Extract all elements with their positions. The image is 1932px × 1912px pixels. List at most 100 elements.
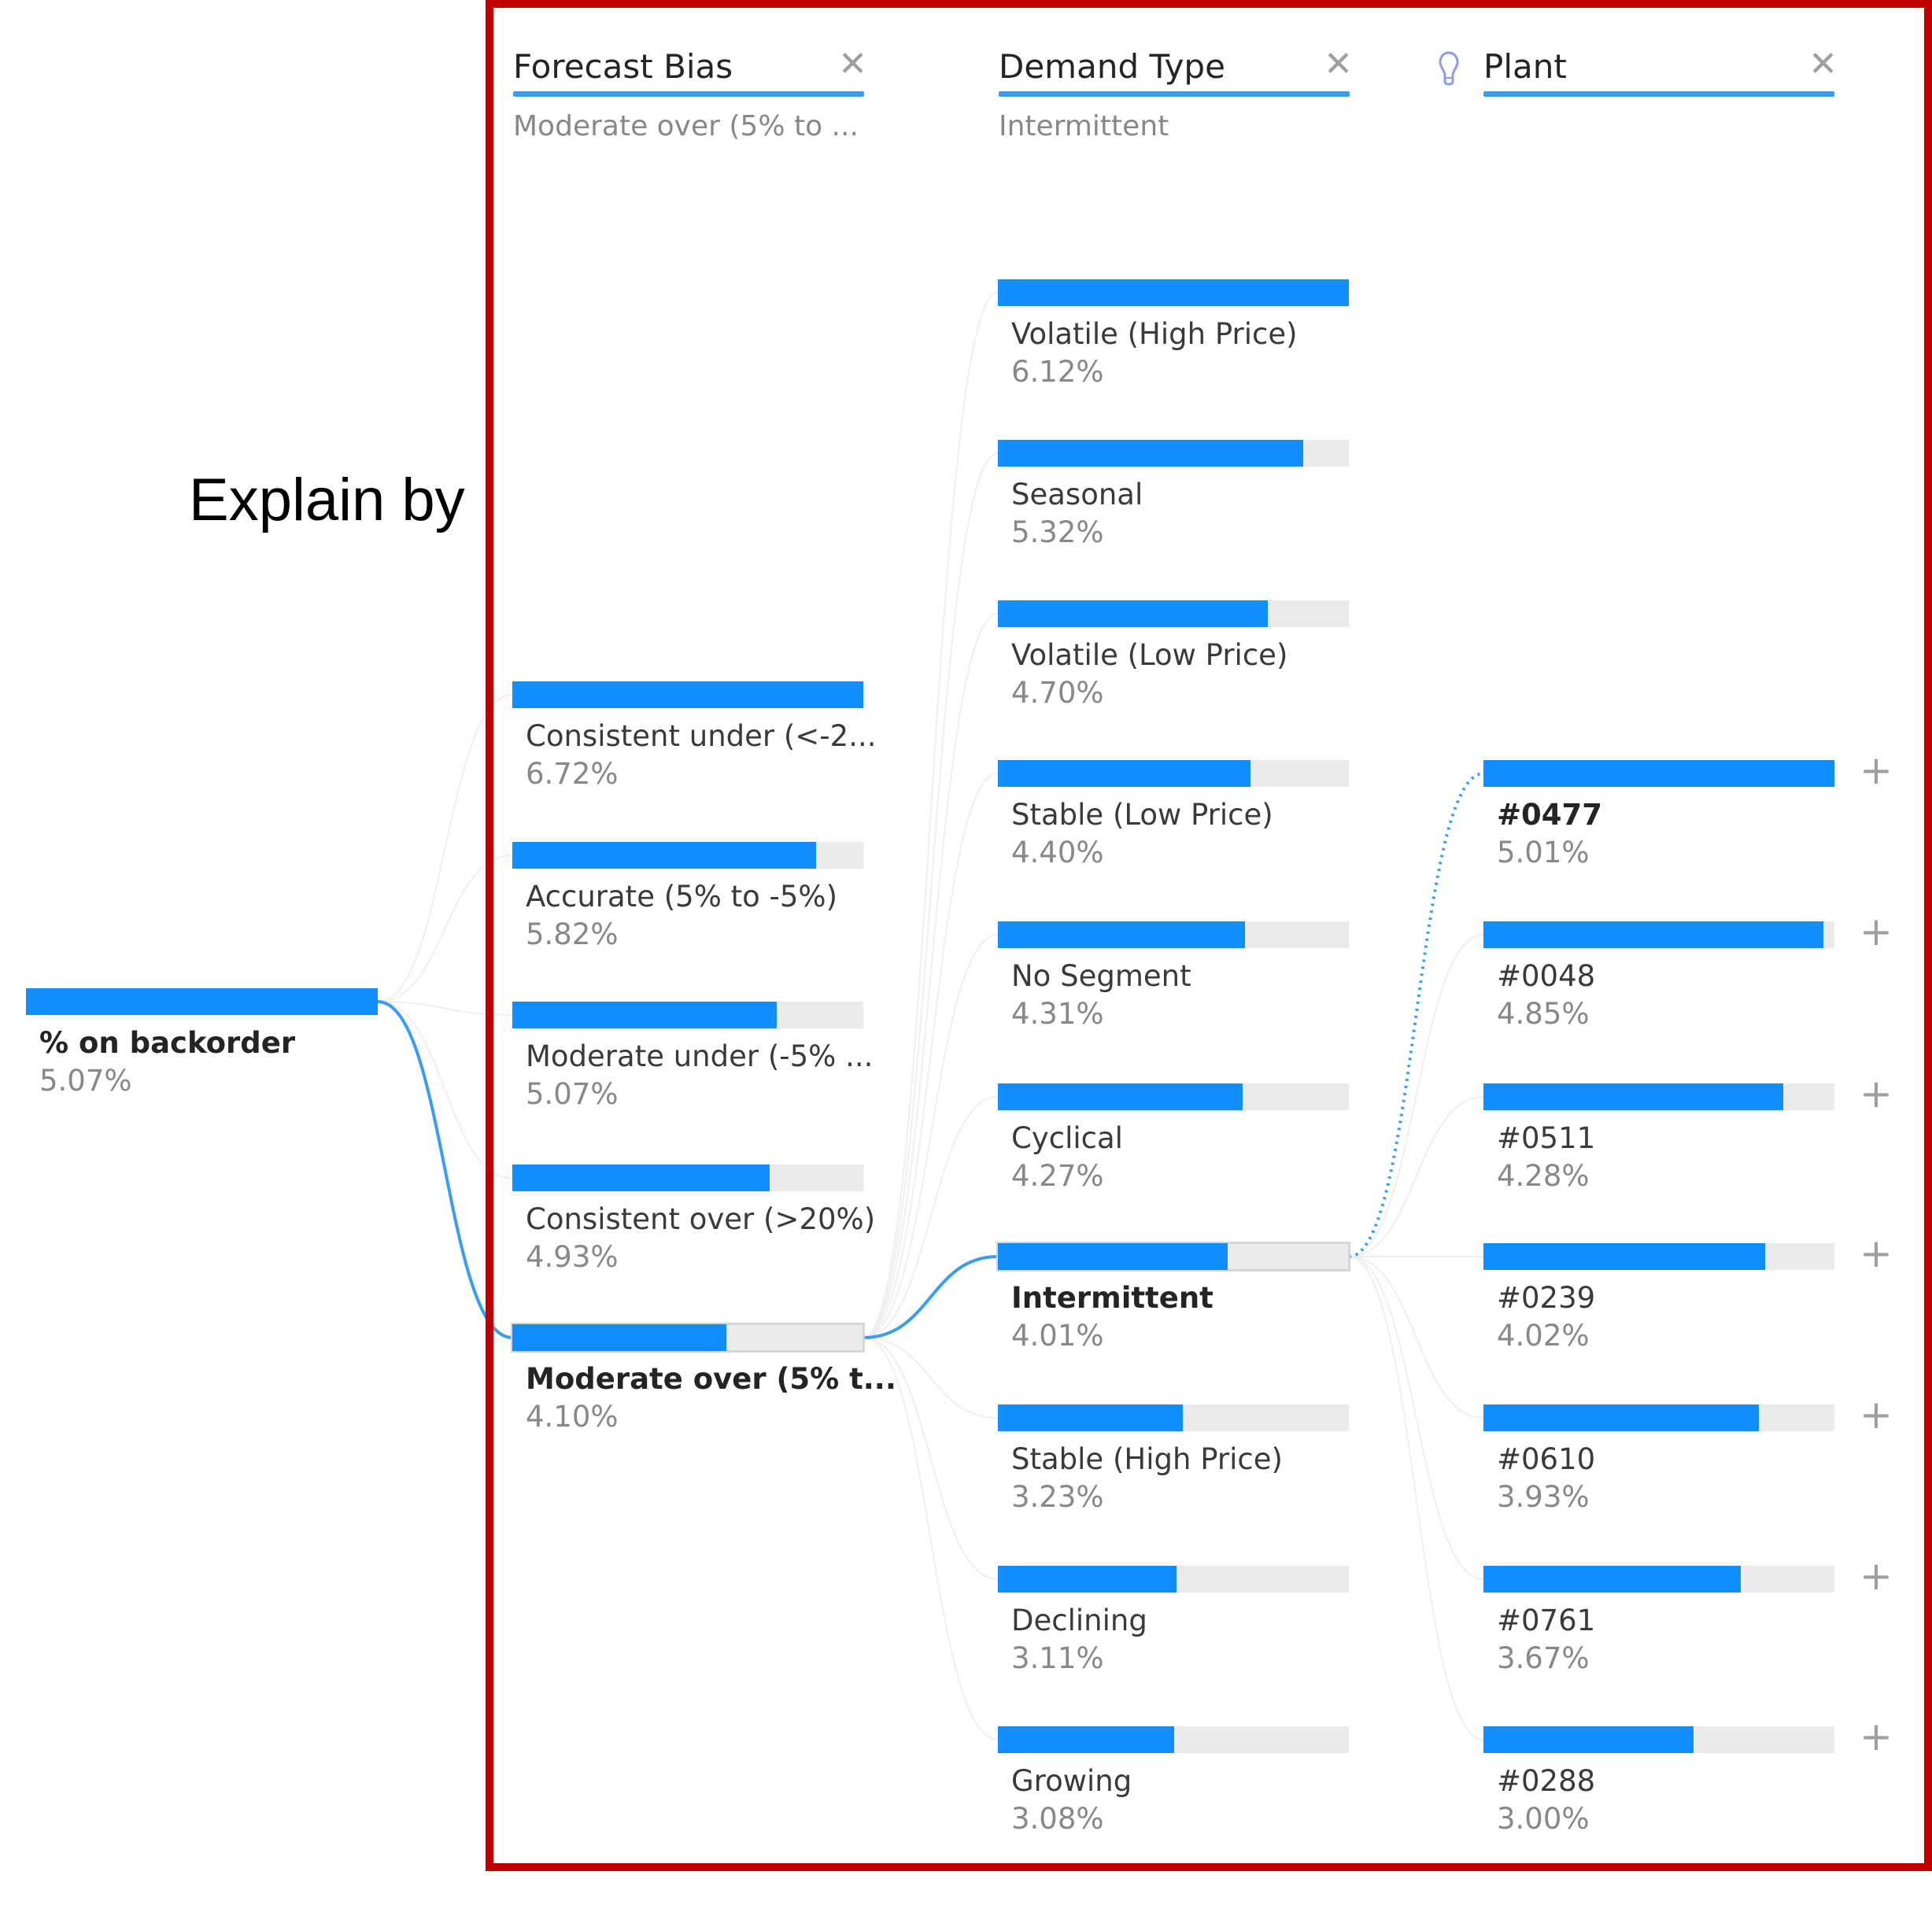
- bar-track: [512, 681, 863, 708]
- bar-track: [1483, 1404, 1834, 1431]
- node-label: Consistent under (<-2...: [526, 719, 877, 753]
- node-value: 6.72%: [526, 757, 619, 791]
- root-bar-track: [26, 988, 378, 1015]
- bar-track: [998, 440, 1349, 467]
- node-value: 4.27%: [1011, 1159, 1104, 1193]
- bar-track: [1483, 1566, 1834, 1593]
- column-title: Forecast Bias: [513, 47, 733, 86]
- expand-plus-icon[interactable]: +: [1860, 1234, 1893, 1273]
- node-value: 4.85%: [1497, 997, 1590, 1031]
- bar-track: [1483, 921, 1834, 948]
- close-icon[interactable]: ✕: [838, 47, 867, 82]
- bar-fill: [998, 1083, 1243, 1110]
- node-label: No Segment: [1011, 959, 1191, 993]
- node-value: 6.12%: [1011, 355, 1104, 389]
- expand-plus-icon[interactable]: +: [1860, 912, 1893, 951]
- bar-track: [512, 1165, 863, 1191]
- root-bar-fill: [26, 988, 378, 1015]
- bar-track: [1483, 760, 1834, 787]
- bar-track: [1483, 1726, 1834, 1753]
- decomposition-tree: Explain by % on backorder 5.07% Forecast…: [0, 0, 1932, 1912]
- close-icon[interactable]: ✕: [1324, 47, 1353, 82]
- node-label: #0610: [1497, 1442, 1596, 1476]
- bar-track: [996, 1242, 1350, 1272]
- expand-plus-icon[interactable]: +: [1860, 1074, 1893, 1113]
- node-label: Seasonal: [1011, 478, 1143, 511]
- column-title: Plant: [1483, 47, 1567, 86]
- node-value: 5.32%: [1011, 515, 1104, 549]
- expand-plus-icon[interactable]: +: [1860, 751, 1893, 790]
- expand-plus-icon[interactable]: +: [1860, 1717, 1893, 1756]
- node-label: Volatile (High Price): [1011, 317, 1298, 351]
- bar-track: [998, 1083, 1349, 1110]
- bar-track: [998, 921, 1349, 948]
- node-label: Declining: [1011, 1604, 1147, 1637]
- node-value: 3.67%: [1497, 1641, 1590, 1675]
- node-value: 4.02%: [1497, 1319, 1590, 1353]
- column-underline: [1483, 91, 1834, 97]
- column-selected-value: Intermittent: [999, 110, 1169, 142]
- bar-track: [512, 842, 863, 869]
- bar-track: [998, 1566, 1349, 1593]
- node-label: Stable (Low Price): [1011, 798, 1273, 832]
- bar-fill: [998, 1243, 1228, 1270]
- column-title: Demand Type: [999, 47, 1225, 86]
- node-value: 4.93%: [526, 1240, 619, 1274]
- node-label: Accurate (5% to -5%): [526, 880, 837, 914]
- bar-fill: [512, 1324, 727, 1351]
- bar-fill: [1483, 921, 1823, 948]
- column-selected-value: Moderate over (5% to ...: [513, 110, 859, 142]
- node-label: #0511: [1497, 1121, 1596, 1155]
- expand-plus-icon[interactable]: +: [1860, 1395, 1893, 1434]
- node-label: Volatile (Low Price): [1011, 638, 1288, 672]
- node-value: 3.93%: [1497, 1480, 1590, 1514]
- node-value: 3.23%: [1011, 1480, 1104, 1514]
- node-value: 4.28%: [1497, 1159, 1590, 1193]
- node-label: Growing: [1011, 1764, 1132, 1798]
- bar-track: [1483, 1243, 1834, 1270]
- node-label: Intermittent: [1011, 1281, 1214, 1315]
- node-label: #0477: [1497, 798, 1602, 832]
- bar-fill: [998, 279, 1349, 306]
- bar-track: [998, 1404, 1349, 1431]
- root-value: 5.07%: [39, 1064, 132, 1098]
- column-underline: [513, 91, 864, 97]
- node-value: 3.11%: [1011, 1641, 1104, 1675]
- bar-fill: [1483, 1726, 1694, 1753]
- node-label: #0048: [1497, 959, 1596, 993]
- bar-track: [998, 1726, 1349, 1753]
- bar-fill: [1483, 1083, 1783, 1110]
- bar-track: [1483, 1083, 1834, 1110]
- bar-fill: [1483, 1566, 1741, 1593]
- node-label: #0288: [1497, 1764, 1596, 1798]
- bar-fill: [1483, 760, 1834, 787]
- close-icon[interactable]: ✕: [1808, 47, 1838, 82]
- bar-fill: [512, 1165, 770, 1191]
- node-label: #0761: [1497, 1604, 1596, 1637]
- node-label: Consistent over (>20%): [526, 1202, 876, 1236]
- node-value: 4.40%: [1011, 836, 1104, 869]
- node-value: 5.07%: [526, 1077, 619, 1111]
- bar-fill: [512, 681, 863, 708]
- bar-fill: [998, 1404, 1184, 1431]
- bar-track: [998, 279, 1349, 306]
- bar-fill: [998, 1566, 1177, 1593]
- expand-plus-icon[interactable]: +: [1860, 1556, 1893, 1596]
- node-label: Moderate over (5% t...: [526, 1362, 896, 1396]
- bar-fill: [512, 842, 817, 869]
- bar-fill: [998, 921, 1246, 948]
- node-value: 4.10%: [526, 1400, 619, 1434]
- bar-track: [512, 1002, 863, 1028]
- bar-track: [998, 600, 1349, 627]
- bar-fill: [1483, 1243, 1765, 1270]
- node-value: 4.01%: [1011, 1319, 1104, 1353]
- node-value: 3.08%: [1011, 1802, 1104, 1836]
- bar-fill: [998, 440, 1303, 467]
- node-value: 3.00%: [1497, 1802, 1590, 1836]
- bar-fill: [1483, 1404, 1759, 1431]
- bar-fill: [512, 1002, 778, 1028]
- bar-fill: [998, 600, 1268, 627]
- node-value: 4.70%: [1011, 676, 1104, 710]
- lightbulb-icon[interactable]: [1438, 50, 1460, 90]
- node-value: 5.01%: [1497, 836, 1590, 869]
